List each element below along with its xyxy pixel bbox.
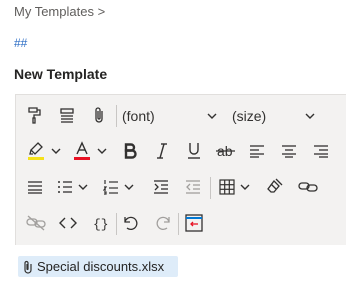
font-color-dropdown[interactable] xyxy=(95,140,109,162)
size-dropdown-value: (size) xyxy=(232,108,267,124)
align-center-button[interactable] xyxy=(278,140,300,162)
attachment-chip[interactable]: Special discounts.xlsx xyxy=(18,256,178,277)
toolbar-separator xyxy=(210,177,211,199)
underline-icon xyxy=(188,143,200,159)
chevron-down-icon xyxy=(51,148,61,154)
toolbar-separator xyxy=(116,213,117,235)
breadcrumb[interactable]: My Templates > xyxy=(14,4,105,19)
increase-indent-button[interactable] xyxy=(150,176,172,198)
insert-template-icon xyxy=(185,214,203,232)
chevron-down-icon xyxy=(207,113,217,119)
justify-button[interactable] xyxy=(24,176,46,198)
numbered-list-icon xyxy=(103,180,118,195)
decrease-indent-icon xyxy=(186,180,200,194)
font-color-button[interactable] xyxy=(70,140,94,162)
justify-icon xyxy=(28,181,42,194)
table-icon xyxy=(219,179,235,195)
size-dropdown[interactable]: (size) xyxy=(232,106,332,126)
undo-button[interactable] xyxy=(120,212,142,234)
insert-table-dropdown[interactable] xyxy=(238,176,252,198)
decrease-indent-button[interactable] xyxy=(182,176,204,198)
bullet-list-icon xyxy=(58,181,72,193)
italic-button[interactable] xyxy=(151,140,173,162)
increase-indent-icon xyxy=(154,180,168,194)
align-center-icon xyxy=(282,145,296,158)
align-right-icon xyxy=(314,145,328,158)
code-button[interactable] xyxy=(56,212,80,234)
highlight-button[interactable] xyxy=(24,140,48,162)
align-left-button[interactable] xyxy=(246,140,268,162)
bullets-dropdown[interactable] xyxy=(76,176,90,198)
chevron-down-icon xyxy=(240,184,250,190)
align-right-button[interactable] xyxy=(310,140,332,162)
braces-icon: {} xyxy=(93,217,109,231)
redo-icon xyxy=(156,216,170,231)
bullets-button[interactable] xyxy=(54,176,76,198)
chevron-down-icon xyxy=(305,113,315,119)
insert-table-button[interactable] xyxy=(216,176,238,198)
paragraph-format-icon xyxy=(60,108,74,123)
chevron-down-icon xyxy=(97,148,107,154)
insert-link-button[interactable] xyxy=(296,176,320,198)
hash-link[interactable]: ## xyxy=(14,36,27,50)
align-left-icon xyxy=(250,145,264,158)
remove-link-button[interactable] xyxy=(24,212,48,234)
attachment-name: Special discounts.xlsx xyxy=(37,259,165,274)
undo-icon xyxy=(124,216,138,231)
bold-icon xyxy=(124,143,137,159)
underline-button[interactable] xyxy=(183,140,205,162)
numbering-dropdown[interactable] xyxy=(122,176,136,198)
toolbar-separator xyxy=(178,213,179,235)
braces-button[interactable]: {} xyxy=(88,212,112,234)
format-painter-icon xyxy=(28,107,41,124)
paperclip-icon xyxy=(24,260,32,274)
format-painter-button[interactable] xyxy=(24,104,46,126)
code-icon xyxy=(59,217,77,229)
clear-formatting-icon xyxy=(267,178,283,193)
paragraph-format-button[interactable] xyxy=(56,104,78,126)
font-dropdown-value: (font) xyxy=(122,108,155,124)
bold-button[interactable] xyxy=(119,140,141,162)
strikethrough-icon: ab xyxy=(216,143,235,159)
strikethrough-button[interactable]: ab xyxy=(214,140,238,162)
italic-icon xyxy=(157,143,167,159)
formatting-toolbar: (font) (size) ab {} xyxy=(15,94,346,245)
toolbar-separator xyxy=(116,105,117,127)
font-dropdown[interactable]: (font) xyxy=(122,106,226,126)
template-title: New Template xyxy=(14,66,108,82)
svg-text:{}: {} xyxy=(93,217,109,231)
paperclip-icon xyxy=(95,107,103,123)
unlink-icon xyxy=(26,215,46,231)
insert-template-button[interactable] xyxy=(182,212,206,234)
font-color-icon xyxy=(74,141,90,160)
clear-formatting-button[interactable] xyxy=(262,176,286,198)
highlighter-icon xyxy=(28,142,44,160)
chevron-down-icon xyxy=(124,184,134,190)
numbering-button[interactable] xyxy=(100,176,122,198)
redo-button[interactable] xyxy=(152,212,174,234)
link-icon xyxy=(298,182,318,192)
attach-file-button[interactable] xyxy=(88,104,110,126)
highlight-dropdown[interactable] xyxy=(49,140,63,162)
chevron-down-icon xyxy=(78,184,88,190)
